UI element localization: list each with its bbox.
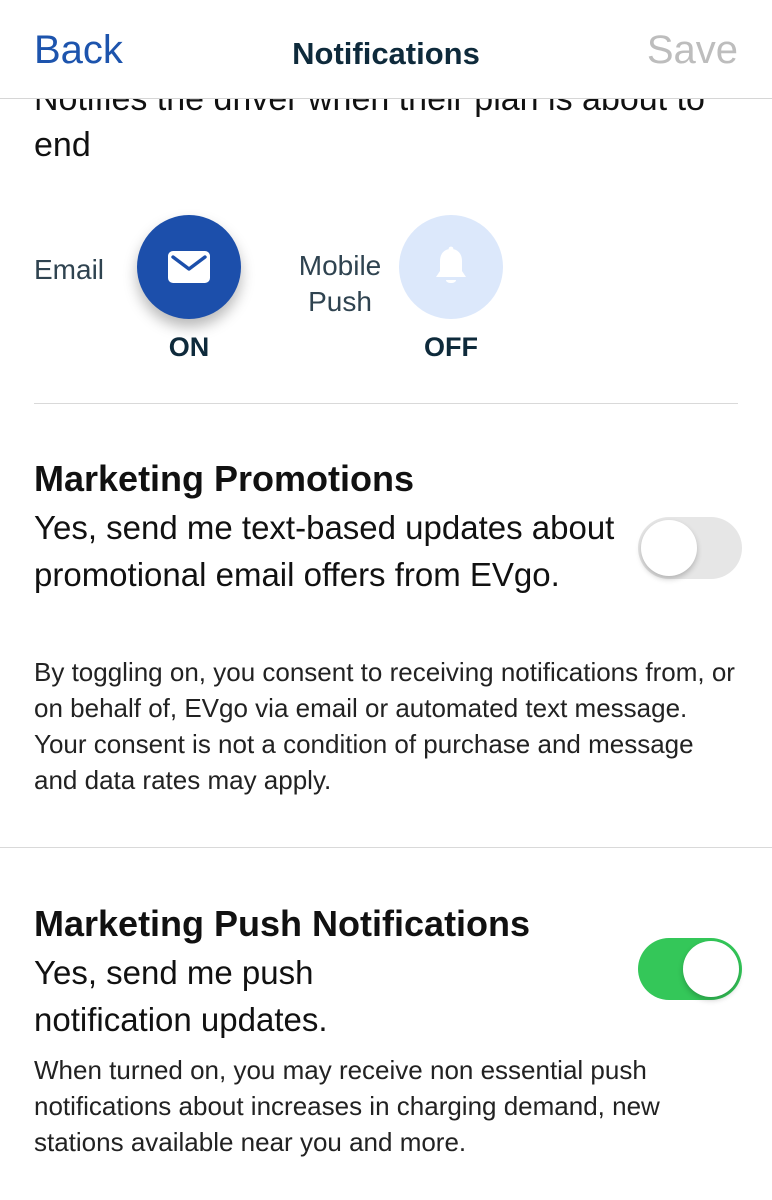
email-channel-label: Email	[34, 254, 105, 285]
toggle-knob	[683, 941, 739, 997]
push-channel-state: OFF	[424, 332, 478, 362]
push-channel-label: Mobile Push	[298, 250, 382, 317]
marketing-push-description: Yes, send me push notification updates.	[34, 954, 328, 1038]
marketing-promotions-description: Yes, send me text-based updates about pr…	[34, 509, 615, 593]
toggle-knob	[641, 520, 697, 576]
marketing-promotions-note: By toggling on, you consent to receiving…	[34, 657, 735, 795]
mail-icon	[168, 251, 210, 283]
marketing-promotions-toggle[interactable]	[638, 517, 742, 579]
email-channel-state: ON	[168, 332, 210, 362]
marketing-promotions-title: Marketing Promotions	[34, 458, 415, 499]
marketing-push-toggle[interactable]	[638, 938, 742, 1000]
save-button[interactable]: Save	[647, 28, 738, 73]
bell-icon	[436, 246, 466, 283]
email-channel-button[interactable]	[137, 215, 241, 319]
marketing-push-title: Marketing Push Notifications	[34, 903, 531, 944]
section-divider	[0, 847, 772, 848]
marketing-push-note: When turned on, you may receive non esse…	[34, 1055, 660, 1157]
section-divider	[34, 403, 738, 404]
push-channel-button[interactable]	[399, 215, 503, 319]
nav-header: Back Notifications Save	[0, 0, 772, 99]
